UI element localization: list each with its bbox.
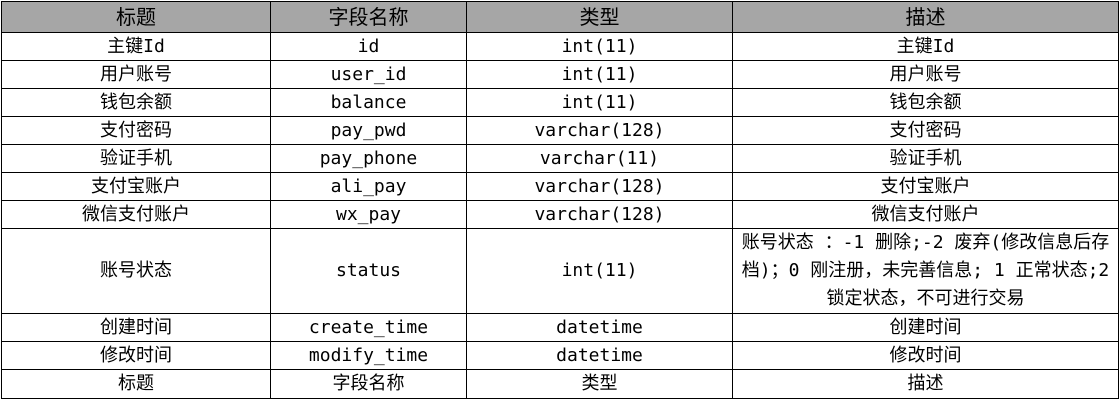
cell-title: 用户账号 <box>1 60 271 89</box>
cell-title: 主键Id <box>1 32 271 61</box>
cell-description: 创建时间 <box>732 313 1119 342</box>
schema-table: 标题 字段名称 类型 描述 主键Id id int(11) 主键Id 用户账号 … <box>1 1 1119 399</box>
cell-description: 主键Id <box>732 32 1119 61</box>
cell-field-name: id <box>270 32 467 61</box>
header-cell-description: 描述 <box>732 1 1119 33</box>
cell-type: int(11) <box>466 60 733 89</box>
footer-row: 标题 字段名称 类型 描述 <box>1 369 1119 399</box>
table-row: 钱包余额 balance int(11) 钱包余额 <box>1 88 1119 117</box>
cell-field-name: modify_time <box>270 341 467 370</box>
header-cell-type: 类型 <box>466 1 733 33</box>
cell-description: 支付密码 <box>732 116 1119 145</box>
cell-description: 验证手机 <box>732 144 1119 173</box>
header-cell-title: 标题 <box>1 1 271 33</box>
table-row: 微信支付账户 wx_pay varchar(128) 微信支付账户 <box>1 200 1119 229</box>
cell-description: 支付宝账户 <box>732 172 1119 201</box>
cell-field-name: balance <box>270 88 467 117</box>
table-row: 用户账号 user_id int(11) 用户账号 <box>1 60 1119 89</box>
cell-description: 微信支付账户 <box>732 200 1119 229</box>
cell-field-name: wx_pay <box>270 200 467 229</box>
footer-cell-type: 类型 <box>466 369 733 399</box>
cell-type: int(11) <box>466 228 733 314</box>
cell-title: 支付宝账户 <box>1 172 271 201</box>
table-row: 验证手机 pay_phone varchar(11) 验证手机 <box>1 144 1119 173</box>
cell-type: varchar(128) <box>466 116 733 145</box>
cell-field-name: status <box>270 228 467 314</box>
footer-cell-title: 标题 <box>1 369 271 399</box>
cell-field-name: ali_pay <box>270 172 467 201</box>
cell-title: 创建时间 <box>1 313 271 342</box>
cell-field-name: user_id <box>270 60 467 89</box>
cell-description: 钱包余额 <box>732 88 1119 117</box>
cell-description: 用户账号 <box>732 60 1119 89</box>
cell-type: datetime <box>466 313 733 342</box>
cell-field-name: pay_pwd <box>270 116 467 145</box>
cell-type: int(11) <box>466 32 733 61</box>
header-row: 标题 字段名称 类型 描述 <box>1 1 1119 33</box>
cell-title: 验证手机 <box>1 144 271 173</box>
table-row: 主键Id id int(11) 主键Id <box>1 32 1119 61</box>
table-row: 创建时间 create_time datetime 创建时间 <box>1 313 1119 342</box>
footer-cell-field-name: 字段名称 <box>270 369 467 399</box>
cell-type: varchar(11) <box>466 144 733 173</box>
cell-title: 钱包余额 <box>1 88 271 117</box>
cell-type: datetime <box>466 341 733 370</box>
cell-field-name: create_time <box>270 313 467 342</box>
cell-title: 支付密码 <box>1 116 271 145</box>
cell-title: 修改时间 <box>1 341 271 370</box>
table-row: 支付宝账户 ali_pay varchar(128) 支付宝账户 <box>1 172 1119 201</box>
cell-field-name: pay_phone <box>270 144 467 173</box>
cell-description: 修改时间 <box>732 341 1119 370</box>
cell-type: varchar(128) <box>466 200 733 229</box>
cell-type: varchar(128) <box>466 172 733 201</box>
header-cell-field-name: 字段名称 <box>270 1 467 33</box>
cell-title: 账号状态 <box>1 228 271 314</box>
cell-title: 微信支付账户 <box>1 200 271 229</box>
cell-description: 账号状态 ：-1 删除;-2 废弃(修改信息后存档)；0 刚注册，未完善信息; … <box>732 228 1119 314</box>
table-row: 账号状态 status int(11) 账号状态 ：-1 删除;-2 废弃(修改… <box>1 228 1119 314</box>
table-row: 支付密码 pay_pwd varchar(128) 支付密码 <box>1 116 1119 145</box>
footer-cell-description: 描述 <box>732 369 1119 399</box>
table-row: 修改时间 modify_time datetime 修改时间 <box>1 341 1119 370</box>
cell-type: int(11) <box>466 88 733 117</box>
